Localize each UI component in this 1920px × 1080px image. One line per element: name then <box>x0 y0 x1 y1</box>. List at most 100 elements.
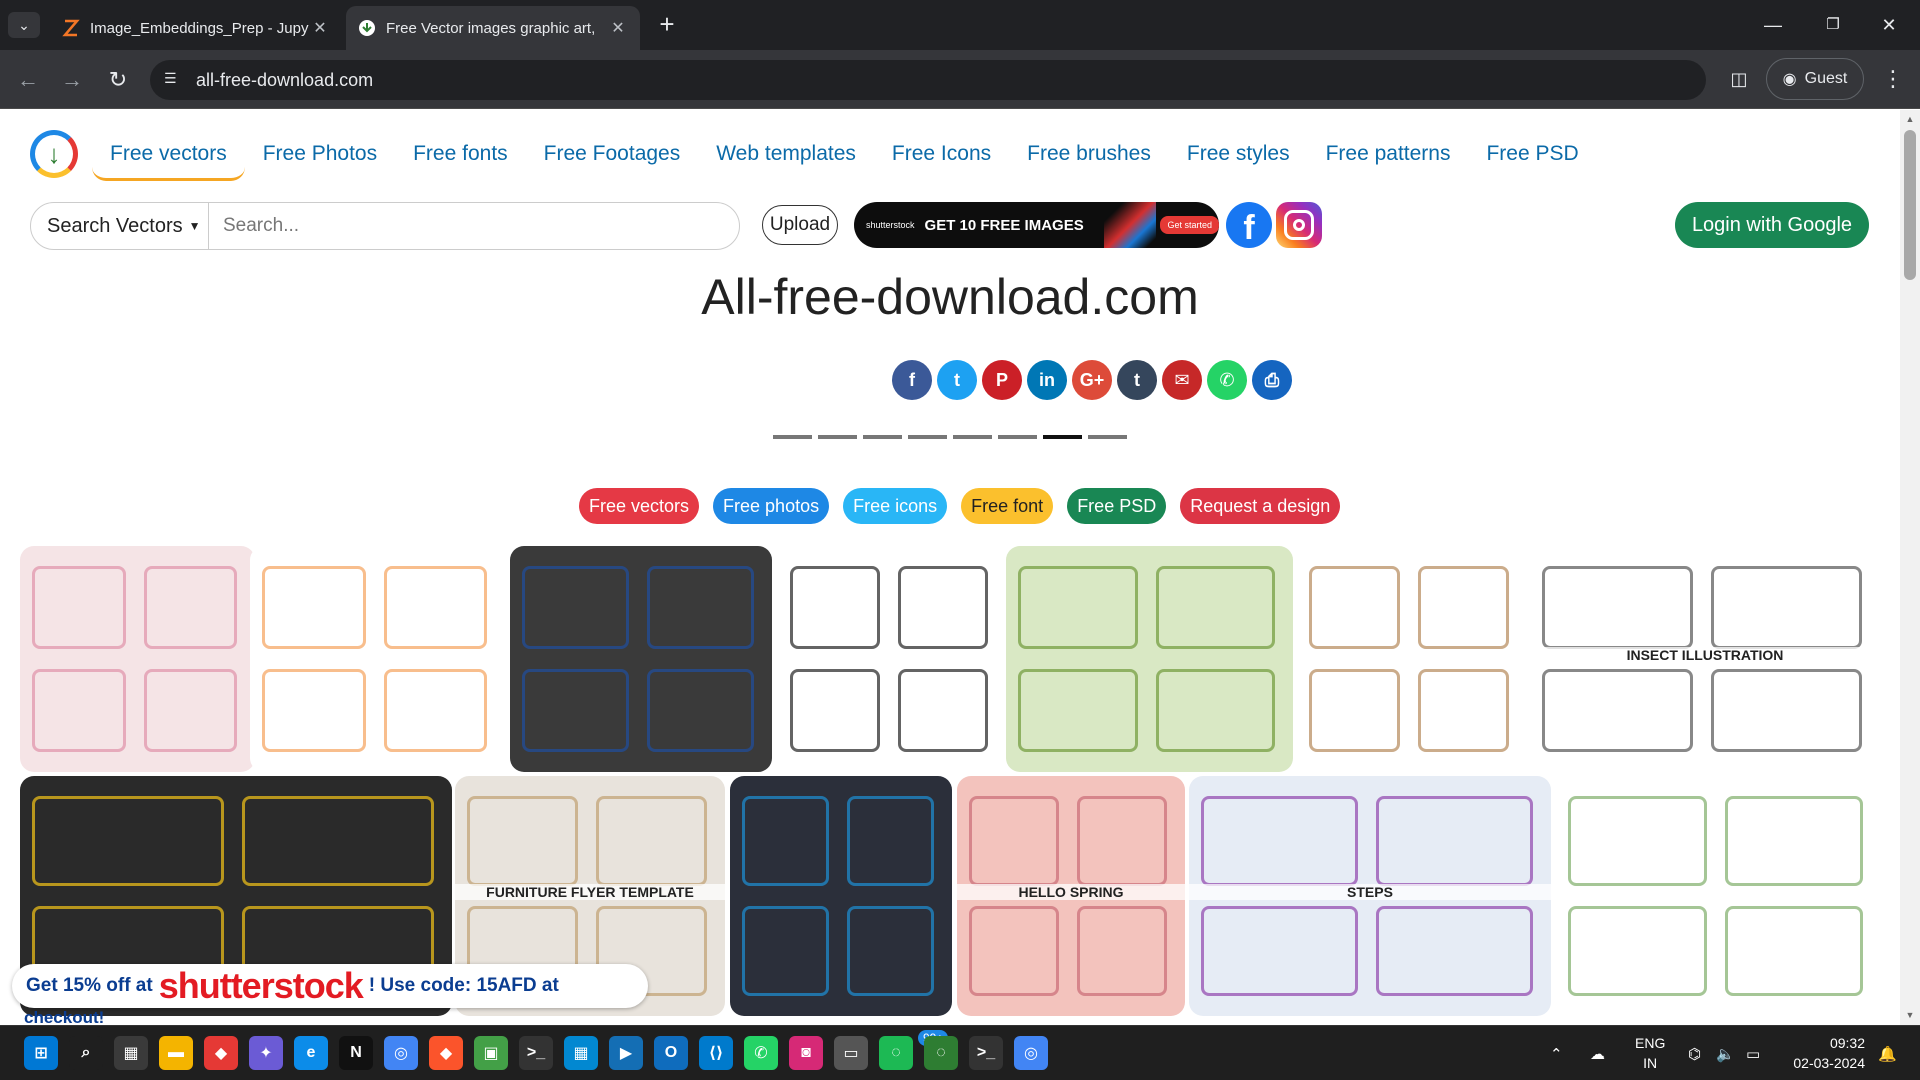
taskbar-file-explorer-icon[interactable]: ▬ <box>159 1036 193 1070</box>
carousel-indicator[interactable] <box>863 435 902 439</box>
taskbar-app-red-icon[interactable]: ◆ <box>204 1036 238 1070</box>
google-plus-share-icon[interactable]: G+ <box>1072 360 1112 400</box>
taskbar-powershell-icon[interactable]: >_ <box>969 1036 1003 1070</box>
language-indicator[interactable]: ENG IN <box>1635 1033 1665 1073</box>
tray-chevron-icon[interactable]: ⌃ <box>1550 1026 1563 1080</box>
taskbar-photos-icon[interactable]: ▣ <box>474 1036 508 1070</box>
notification-bell-icon[interactable]: 🔔 <box>1878 1026 1897 1080</box>
pinterest-share-icon[interactable]: P <box>982 360 1022 400</box>
forward-icon[interactable]: → <box>56 64 88 96</box>
address-bar[interactable]: ☰ all-free-download.com <box>150 60 1706 100</box>
page-scrollbar[interactable]: ▲ ▼ <box>1900 110 1920 1025</box>
taskbar-app-blue-icon[interactable]: ▦ <box>564 1036 598 1070</box>
pill-free-icons[interactable]: Free icons <box>843 488 948 524</box>
taskbar-chrome-active-icon[interactable]: ◎ <box>1014 1036 1048 1070</box>
promo-banner[interactable]: Get 15% off at shutterstock ! Use code: … <box>12 964 648 1008</box>
site-logo[interactable]: ↓ <box>30 130 78 178</box>
taskbar-edge-icon[interactable]: e <box>294 1036 328 1070</box>
close-icon[interactable]: ✕ <box>1866 8 1912 42</box>
linkedin-share-icon[interactable]: in <box>1027 360 1067 400</box>
thumbnail-hello-spring[interactable]: HELLO SPRING <box>957 776 1185 1016</box>
network-icon[interactable]: ⌬ <box>1688 1026 1701 1080</box>
pill-free-photos[interactable]: Free photos <box>713 488 830 524</box>
profile-button[interactable]: ◉ Guest <box>1766 58 1864 100</box>
pill-request-design[interactable]: Request a design <box>1180 488 1341 524</box>
taskbar-search-icon[interactable]: ⌕ <box>69 1036 103 1070</box>
taskbar-store-icon[interactable]: ▦ <box>114 1036 148 1070</box>
carousel-indicator[interactable] <box>773 435 812 439</box>
email-share-icon[interactable]: ✉ <box>1162 360 1202 400</box>
tumblr-share-icon[interactable]: t <box>1117 360 1157 400</box>
pill-free-vectors[interactable]: Free vectors <box>579 488 700 524</box>
pill-free-psd[interactable]: Free PSD <box>1067 488 1167 524</box>
onedrive-icon[interactable]: ☁ <box>1590 1026 1605 1080</box>
thumbnail-floral-frame[interactable] <box>1556 776 1881 1016</box>
login-with-google-button[interactable]: Login with Google <box>1675 202 1869 248</box>
carousel-indicator[interactable] <box>1088 435 1127 439</box>
print-share-icon[interactable]: ⎙ <box>1252 360 1292 400</box>
search-category-select[interactable]: Search Vectors ▼ <box>31 203 209 249</box>
thumbnail-infographic-steps[interactable]: STEPS <box>1189 776 1551 1016</box>
search-input[interactable]: Search... <box>209 215 739 237</box>
scroll-down-icon[interactable]: ▼ <box>1905 1010 1915 1020</box>
minimize-icon[interactable]: — <box>1750 8 1796 42</box>
side-panel-icon[interactable]: ◫ <box>1726 64 1752 94</box>
back-icon[interactable]: ← <box>12 64 44 96</box>
taskbar-spotify-green-icon[interactable]: ◌ <box>879 1036 913 1070</box>
carousel-indicator[interactable] <box>908 435 947 439</box>
taskbar-prime-video-icon[interactable]: ▶ <box>609 1036 643 1070</box>
tab-jupyter[interactable]: Image_Embeddings_Prep - Jupy ✕ <box>50 6 342 50</box>
upload-button[interactable]: Upload <box>762 205 838 245</box>
thumbnail-box-template[interactable] <box>1297 546 1527 772</box>
scroll-up-icon[interactable]: ▲ <box>1905 114 1915 124</box>
taskbar-app-gray-icon[interactable]: ▭ <box>834 1036 868 1070</box>
facebook-share-icon[interactable]: f <box>892 360 932 400</box>
tab-search-dropdown-icon[interactable]: ⌄ <box>8 12 40 38</box>
pill-free-font[interactable]: Free font <box>961 488 1054 524</box>
thumbnail-coffee-logos[interactable] <box>778 546 1006 772</box>
thumbnail-leaf-flyer[interactable] <box>1006 546 1293 772</box>
nav-free-vectors[interactable]: Free vectors <box>92 134 245 181</box>
battery-icon[interactable]: ▭ <box>1746 1026 1760 1080</box>
nav-web-templates[interactable]: Web templates <box>698 134 874 181</box>
scrollbar-thumb[interactable] <box>1904 130 1916 280</box>
taskbar-brave-icon[interactable]: ◆ <box>429 1036 463 1070</box>
volume-icon[interactable]: 🔈 <box>1716 1026 1735 1080</box>
taskbar-terminal-icon[interactable]: >_ <box>519 1036 553 1070</box>
nav-free-footages[interactable]: Free Footages <box>526 134 699 181</box>
shutterstock-ad-banner[interactable]: shutterstock GET 10 FREE IMAGES Get star… <box>854 202 1219 248</box>
taskbar-windows-start-icon[interactable]: ⊞ <box>24 1036 58 1070</box>
restore-icon[interactable]: ❐ <box>1810 8 1856 42</box>
thumbnail-wedding-card[interactable] <box>20 546 255 772</box>
new-tab-button[interactable]: + <box>652 10 682 40</box>
carousel-indicator[interactable] <box>818 435 857 439</box>
facebook-icon[interactable]: f <box>1226 202 1272 248</box>
taskbar-copilot-icon[interactable]: ✦ <box>249 1036 283 1070</box>
clock[interactable]: 09:32 02-03-2024 <box>1785 1033 1865 1073</box>
whatsapp-share-icon[interactable]: ✆ <box>1207 360 1247 400</box>
instagram-icon[interactable] <box>1276 202 1322 248</box>
thumbnail-resume-template[interactable] <box>730 776 952 1016</box>
carousel-indicator[interactable] <box>1043 435 1082 439</box>
nav-free-photos[interactable]: Free Photos <box>245 134 395 181</box>
taskbar-netflix-icon[interactable]: N <box>339 1036 373 1070</box>
nav-free-icons[interactable]: Free Icons <box>874 134 1009 181</box>
taskbar-app-green-icon[interactable]: ◌ <box>924 1036 958 1070</box>
thumbnail-denim-banner[interactable] <box>510 546 772 772</box>
tab-all-free-download[interactable]: Free Vector images graphic art, ✕ <box>346 6 640 50</box>
taskbar-chrome-icon[interactable]: ◎ <box>384 1036 418 1070</box>
carousel-indicator[interactable] <box>953 435 992 439</box>
twitter-share-icon[interactable]: t <box>937 360 977 400</box>
thumbnail-insect-illustration[interactable]: INSECT ILLUSTRATION <box>1530 546 1880 772</box>
reload-icon[interactable]: ↻ <box>102 64 134 96</box>
nav-free-fonts[interactable]: Free fonts <box>395 134 526 181</box>
nav-free-styles[interactable]: Free styles <box>1169 134 1308 181</box>
taskbar-instagram-icon[interactable]: ◙ <box>789 1036 823 1070</box>
tab-close-icon[interactable]: ✕ <box>608 18 628 38</box>
taskbar-whatsapp-icon[interactable]: ✆ <box>744 1036 778 1070</box>
tab-close-icon[interactable]: ✕ <box>310 18 330 38</box>
menu-kebab-icon[interactable]: ⋮ <box>1880 64 1906 94</box>
site-info-icon[interactable]: ☰ <box>164 70 184 90</box>
taskbar-outlook-icon[interactable]: O <box>654 1036 688 1070</box>
nav-free-brushes[interactable]: Free brushes <box>1009 134 1169 181</box>
